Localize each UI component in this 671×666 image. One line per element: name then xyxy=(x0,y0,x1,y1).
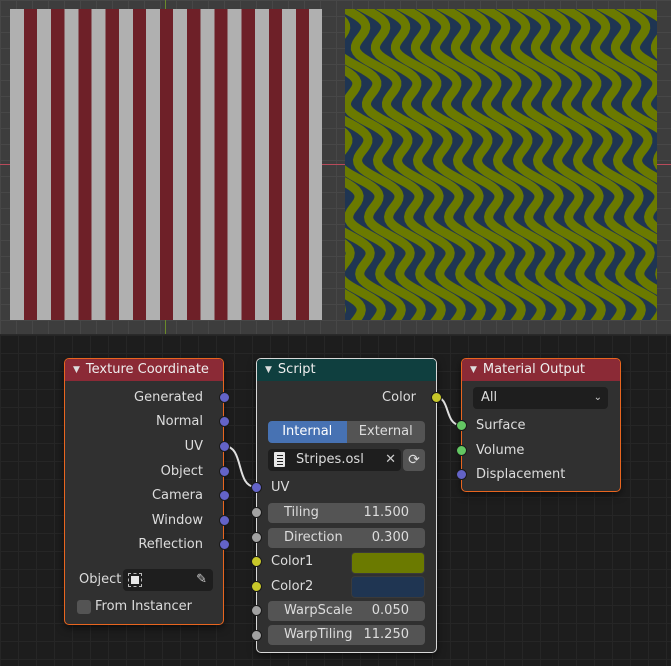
collapse-triangle-icon[interactable]: ▼ xyxy=(73,365,80,375)
collapse-triangle-icon[interactable]: ▼ xyxy=(265,365,272,375)
field-value: 11.500 xyxy=(363,505,410,520)
socket-color2-in[interactable] xyxy=(251,581,262,592)
input-volume: Volume xyxy=(476,443,525,458)
mode-external-button[interactable]: External xyxy=(346,421,425,443)
socket-generated[interactable] xyxy=(219,392,230,403)
warptiling-field[interactable]: WarpTiling 11.250 xyxy=(268,625,425,645)
socket-volume-in[interactable] xyxy=(456,445,467,456)
script-name: Stripes.osl xyxy=(296,452,364,467)
reload-script-button[interactable]: ⟳ xyxy=(403,449,425,471)
socket-warpscale-in[interactable] xyxy=(251,605,262,616)
socket-window[interactable] xyxy=(219,515,230,526)
direction-field[interactable]: Direction 0.300 xyxy=(268,528,425,548)
object-icon xyxy=(128,573,142,587)
output-uv: UV xyxy=(184,439,203,454)
stripes-texture-preview xyxy=(10,9,322,320)
socket-normal[interactable] xyxy=(219,416,230,427)
field-value: 11.250 xyxy=(363,627,410,642)
waves-pattern xyxy=(345,9,657,320)
output-window: Window xyxy=(151,513,203,528)
node-header[interactable]: ▼ Material Output xyxy=(462,359,620,381)
from-instancer-label: From Instancer xyxy=(95,599,192,614)
socket-reflection[interactable] xyxy=(219,539,230,550)
socket-color1-in[interactable] xyxy=(251,556,262,567)
field-value: 0.300 xyxy=(371,530,409,545)
image-preview-area[interactable] xyxy=(0,0,671,335)
wave-band xyxy=(615,9,657,72)
socket-object[interactable] xyxy=(219,466,230,477)
node-title: Script xyxy=(277,362,316,377)
target-value: All xyxy=(481,390,498,405)
wave-band xyxy=(345,227,406,320)
output-color: Color xyxy=(382,390,416,405)
chevron-down-icon: ⌄ xyxy=(593,392,602,403)
output-generated: Generated xyxy=(134,390,203,405)
node-header[interactable]: ▼ Texture Coordinate xyxy=(65,359,223,381)
field-label: WarpScale xyxy=(284,603,353,618)
object-field[interactable]: ✎ xyxy=(123,569,213,591)
color2-swatch[interactable] xyxy=(351,576,425,598)
script-node[interactable]: ▼ Script Color Internal External Stripes.… xyxy=(256,358,437,653)
field-label: Tiling xyxy=(284,505,319,520)
socket-camera[interactable] xyxy=(219,490,230,501)
input-uv-label: UV xyxy=(271,480,290,495)
script-selector[interactable]: Stripes.osl ✕ xyxy=(268,449,401,471)
node-title: Texture Coordinate xyxy=(85,362,209,377)
node-title: Material Output xyxy=(482,362,586,377)
field-label: WarpTiling xyxy=(284,627,353,642)
texture-coordinate-node[interactable]: ▼ Texture Coordinate Generated Normal UV … xyxy=(64,358,224,625)
text-file-icon xyxy=(274,452,285,467)
wave-band xyxy=(495,9,657,295)
target-select[interactable]: All ⌄ xyxy=(473,387,608,409)
warpscale-field[interactable]: WarpScale 0.050 xyxy=(268,601,425,621)
collapse-triangle-icon[interactable]: ▼ xyxy=(470,365,477,375)
output-normal: Normal xyxy=(155,414,203,429)
mode-internal-button[interactable]: Internal xyxy=(268,421,347,443)
input-surface: Surface xyxy=(476,418,526,433)
socket-displacement-in[interactable] xyxy=(456,469,467,480)
from-instancer-checkbox[interactable] xyxy=(77,600,91,614)
node-header[interactable]: ▼ Script xyxy=(257,359,436,381)
input-displacement: Displacement xyxy=(476,467,566,482)
eyedropper-icon[interactable]: ✎ xyxy=(196,569,207,591)
socket-surface-in[interactable] xyxy=(456,420,467,431)
output-reflection: Reflection xyxy=(138,537,203,552)
material-output-node[interactable]: ▼ Material Output All ⌄ Surface Volume Di… xyxy=(461,358,621,492)
output-camera: Camera xyxy=(151,488,203,503)
field-value: 0.050 xyxy=(371,603,409,618)
output-object: Object xyxy=(160,464,203,479)
socket-color-out[interactable] xyxy=(431,392,442,403)
mode-toggle[interactable]: Internal External xyxy=(268,421,425,443)
tiling-field[interactable]: Tiling 11.500 xyxy=(268,503,425,523)
socket-warptiling-in[interactable] xyxy=(251,630,262,641)
socket-uv-in[interactable] xyxy=(251,482,262,493)
color1-swatch[interactable] xyxy=(351,552,425,574)
waves-texture-preview xyxy=(345,9,657,320)
field-label: Direction xyxy=(284,530,343,545)
clear-x-icon[interactable]: ✕ xyxy=(385,449,396,471)
socket-uv[interactable] xyxy=(219,441,230,452)
socket-tiling-in[interactable] xyxy=(251,507,262,518)
socket-direction-in[interactable] xyxy=(251,532,262,543)
